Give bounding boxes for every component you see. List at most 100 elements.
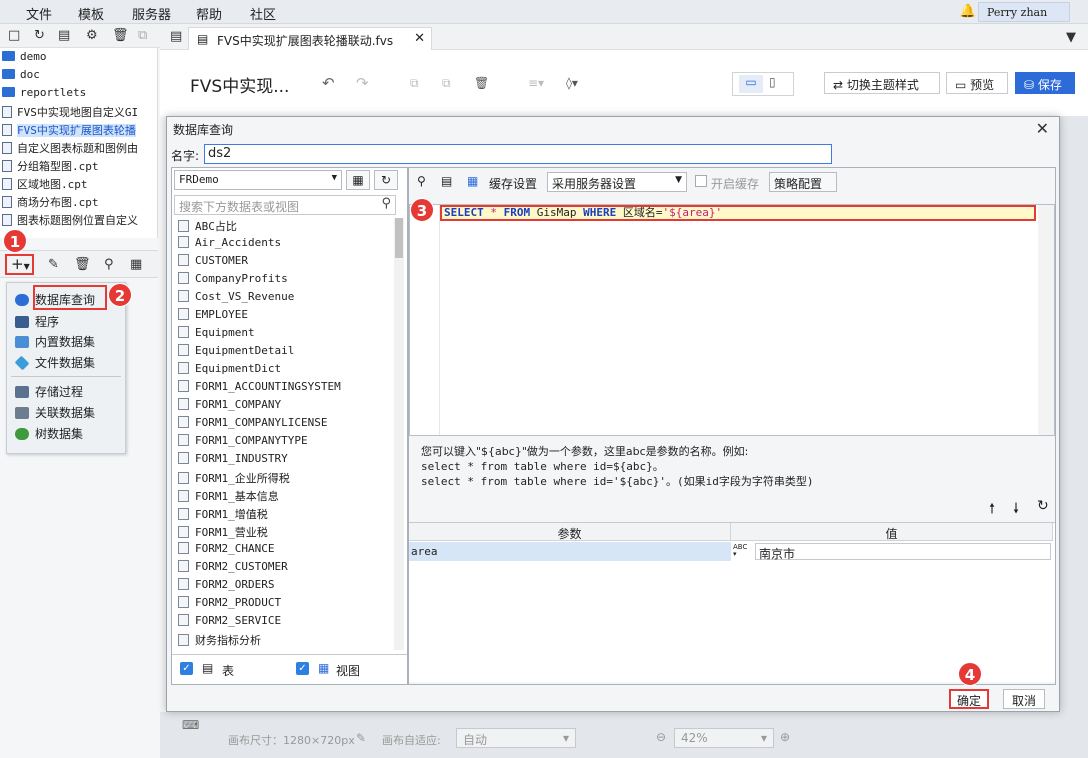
undo-icon[interactable]: ↶ bbox=[322, 74, 335, 92]
table-item[interactable]: Air_Accidents bbox=[174, 236, 392, 254]
table-item[interactable]: EMPLOYEE bbox=[174, 308, 392, 326]
menu-template[interactable]: 模板 bbox=[78, 4, 104, 23]
layer-icon[interactable]: ◊▾ bbox=[566, 76, 578, 90]
name-input[interactable]: ds2 bbox=[204, 144, 832, 164]
tree-item[interactable]: FVS中实现地图自定义GI bbox=[2, 104, 156, 121]
table-item[interactable]: CompanyProfits bbox=[174, 272, 392, 290]
edit-icon[interactable]: ✎ bbox=[48, 257, 59, 272]
tree-item[interactable]: doc bbox=[2, 68, 156, 85]
refresh-icon[interactable]: ↻ bbox=[374, 170, 398, 190]
zoom-select[interactable]: 42% ▾ bbox=[674, 728, 774, 748]
refresh-icon[interactable]: ↻ bbox=[34, 28, 45, 43]
table-item[interactable]: ABC占比 bbox=[174, 218, 392, 236]
mobile-icon[interactable]: ▯ bbox=[769, 75, 776, 89]
cache-select[interactable]: 采用服务器设置 ▼ bbox=[547, 172, 687, 192]
delete-icon[interactable]: 🗑 bbox=[112, 28, 129, 43]
preview-button[interactable]: ▭ 预览 bbox=[946, 72, 1008, 94]
menu-server[interactable]: 服务器 bbox=[132, 4, 171, 23]
menu-icon[interactable]: ▼ bbox=[1066, 30, 1076, 45]
move-up-icon[interactable]: 🠕 bbox=[989, 498, 995, 522]
table-item[interactable]: FORM1_基本信息 bbox=[174, 488, 392, 506]
theme-button[interactable]: ⇄ 切换主题样式 bbox=[824, 72, 940, 94]
table-item[interactable]: FORM2_CUSTOMER bbox=[174, 560, 392, 578]
scrollbar-thumb[interactable] bbox=[395, 218, 403, 258]
menu-community[interactable]: 社区 bbox=[250, 4, 276, 23]
table-item[interactable]: EquipmentDict bbox=[174, 362, 392, 380]
table-item[interactable]: Equipment bbox=[174, 326, 392, 344]
menu-help[interactable]: 帮助 bbox=[196, 4, 222, 23]
table-item[interactable]: 财务指标分析 bbox=[174, 632, 392, 650]
settings-icon[interactable]: ⚙ bbox=[86, 28, 98, 43]
tree-item[interactable]: 商场分布图.cpt bbox=[2, 194, 156, 211]
menu-item-file[interactable]: 文件数据集 bbox=[14, 354, 95, 371]
paste-icon[interactable]: ⧉ bbox=[442, 76, 451, 91]
menu-item-builtin[interactable]: 内置数据集 bbox=[15, 333, 95, 350]
table-item[interactable]: FORM2_PRODUCT bbox=[174, 596, 392, 614]
table-item[interactable]: FORM2_ORDERS bbox=[174, 578, 392, 596]
tree-item[interactable]: 区域地图.cpt bbox=[2, 176, 156, 193]
dataset-settings-icon[interactable]: ▦ bbox=[130, 257, 142, 272]
menu-item-related[interactable]: 关联数据集 bbox=[15, 404, 95, 421]
desktop-icon[interactable]: ▭ bbox=[739, 75, 763, 93]
menu-file[interactable]: 文件 bbox=[26, 4, 52, 23]
menu-item-tree[interactable]: 树数据集 bbox=[15, 425, 83, 442]
table-item[interactable]: FORM1_营业税 bbox=[174, 524, 392, 542]
table-item[interactable]: FORM1_企业所得税 bbox=[174, 470, 392, 488]
refresh-params-icon[interactable]: ↻ bbox=[1037, 498, 1049, 514]
save-button[interactable]: ⛁ 保存 bbox=[1015, 72, 1075, 94]
sql-line[interactable]: SELECT * FROM GisMap WHERE 区域名='${area}' bbox=[440, 205, 1036, 221]
table-item[interactable]: FORM1_COMPANYTYPE bbox=[174, 434, 392, 452]
show-table-checkbox[interactable]: ✓ bbox=[180, 662, 193, 675]
copy-icon[interactable]: ⧉ bbox=[410, 76, 419, 91]
table-item[interactable]: CUSTOMER bbox=[174, 254, 392, 272]
add-dataset-button[interactable]: +▼ bbox=[5, 254, 34, 275]
tree-item-selected[interactable]: FVS中实现扩展图表轮播 bbox=[2, 122, 156, 139]
table-list-scrollbar[interactable] bbox=[394, 218, 404, 650]
ok-button[interactable]: 确定 bbox=[949, 689, 989, 709]
table-item[interactable]: FORM1_COMPANYLICENSE bbox=[174, 416, 392, 434]
cancel-button[interactable]: 取消 bbox=[1003, 689, 1045, 709]
tree-item[interactable]: 自定义图表标题和图例由 bbox=[2, 140, 156, 157]
close-icon[interactable]: ✕ bbox=[1036, 119, 1049, 138]
edit-size-icon[interactable]: ✎ bbox=[356, 731, 366, 745]
table-search-input[interactable]: 搜索下方数据表或视图 ⚲ bbox=[174, 195, 396, 215]
table-item[interactable]: FORM2_SERVICE bbox=[174, 614, 392, 632]
enable-cache-checkbox[interactable] bbox=[695, 175, 707, 187]
table-item[interactable]: EquipmentDetail bbox=[174, 344, 392, 362]
table-item[interactable]: FORM1_INDUSTRY bbox=[174, 452, 392, 470]
zoom-out-icon[interactable]: ⊖ bbox=[656, 730, 666, 744]
copy-icon[interactable]: ⧉ bbox=[138, 28, 147, 43]
view-icon[interactable]: ▤ bbox=[58, 28, 70, 43]
table-item[interactable]: FORM2_CHANCE bbox=[174, 542, 392, 560]
param-value-cell[interactable]: ABC ▾ 南京市 bbox=[731, 542, 1053, 561]
delete-icon[interactable]: 🗑 bbox=[74, 257, 91, 272]
strategy-button[interactable]: 策略配置 bbox=[769, 172, 837, 192]
show-view-checkbox[interactable]: ✓ bbox=[296, 662, 309, 675]
tree-item[interactable]: 图表标题图例位置自定义 bbox=[2, 212, 156, 229]
tree-item[interactable]: 分组箱型图.cpt bbox=[2, 158, 156, 175]
menu-item-program[interactable]: 程序 bbox=[15, 313, 59, 330]
sql-editor[interactable]: SELECT * FROM GisMap WHERE 区域名='${area}' bbox=[409, 204, 1055, 436]
home-icon[interactable]: ▤ bbox=[170, 29, 182, 44]
editor-scrollbar[interactable] bbox=[1038, 205, 1054, 435]
user-name[interactable]: Perry zhan bbox=[978, 2, 1070, 22]
type-icon[interactable]: ABC ▾ bbox=[733, 544, 747, 558]
connection-settings-icon[interactable]: ▦ bbox=[346, 170, 370, 190]
tab-fvs[interactable]: ▤ FVS中实现扩展图表轮播联动.fvs ✕ bbox=[188, 27, 432, 50]
redo-icon[interactable]: ↷ bbox=[356, 74, 369, 92]
align-icon[interactable]: ≡▾ bbox=[528, 76, 544, 90]
close-tab-icon[interactable]: ✕ bbox=[414, 31, 425, 46]
preview-icon[interactable]: ⚲ bbox=[417, 174, 426, 188]
table-item[interactable]: Cost_VS_Revenue bbox=[174, 290, 392, 308]
zoom-in-icon[interactable]: ⊕ bbox=[780, 730, 790, 744]
connection-select[interactable]: FRDemo ▼ bbox=[174, 170, 342, 190]
table-item[interactable]: FORM1_COMPANY bbox=[174, 398, 392, 416]
preview-icon[interactable]: ⚲ bbox=[104, 257, 114, 272]
tree-item[interactable]: demo bbox=[2, 50, 156, 67]
new-file-icon[interactable]: □ bbox=[8, 28, 20, 43]
adapt-select[interactable]: 自动 ▾ bbox=[456, 728, 576, 748]
menu-item-stored-proc[interactable]: 存储过程 bbox=[15, 383, 83, 400]
bell-icon[interactable]: 🔔 bbox=[960, 4, 976, 19]
move-down-icon[interactable]: 🠗 bbox=[1013, 498, 1019, 522]
table-item[interactable]: FORM1_增值税 bbox=[174, 506, 392, 524]
